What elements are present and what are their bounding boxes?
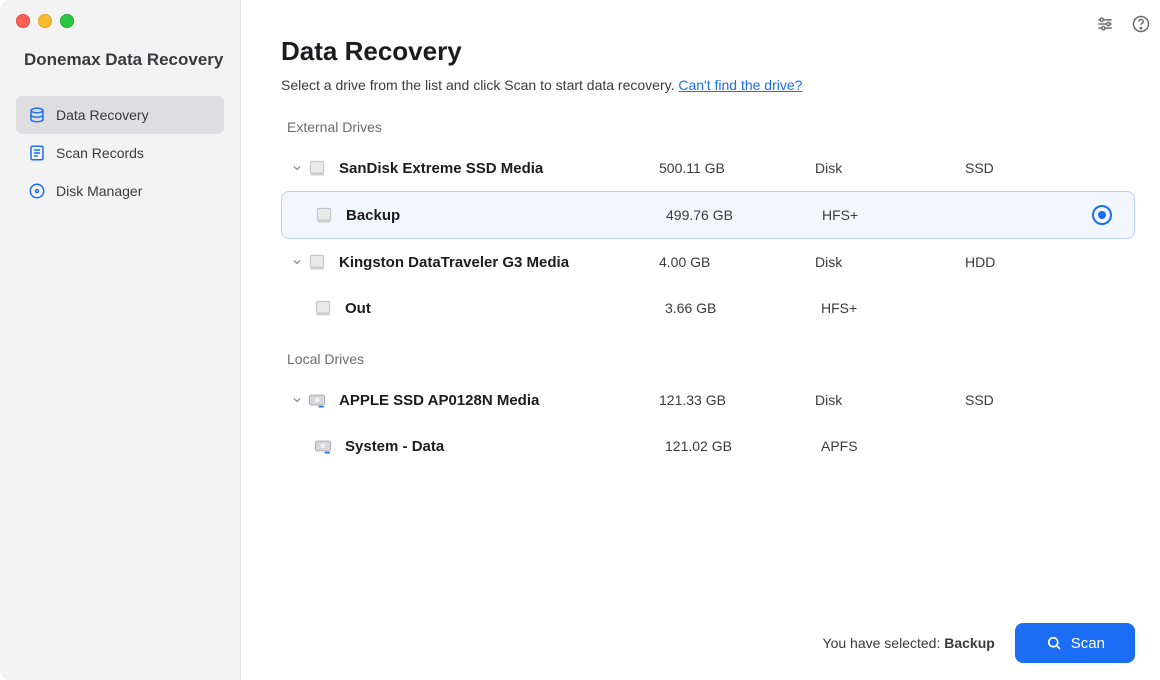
nav-data-recovery[interactable]: Data Recovery	[16, 96, 224, 134]
nav-disk-manager[interactable]: Disk Manager	[16, 172, 224, 210]
search-icon	[1045, 634, 1063, 652]
volume-fs: HFS+	[821, 300, 971, 316]
sidebar: Donemax Data Recovery Data Recovery Scan…	[0, 0, 241, 680]
drive-size: 4.00 GB	[659, 254, 815, 270]
drive-row[interactable]: Kingston DataTraveler G3 Media 4.00 GB D…	[281, 239, 1135, 285]
drive-name: APPLE SSD AP0128N Media	[339, 392, 659, 409]
scan-records-icon	[28, 144, 46, 162]
app-window: Donemax Data Recovery Data Recovery Scan…	[0, 0, 1160, 680]
maximize-window-button[interactable]	[60, 14, 74, 28]
scan-button-label: Scan	[1071, 635, 1105, 652]
drive-type: Disk	[815, 392, 965, 408]
chevron-down-icon[interactable]	[287, 256, 307, 268]
disk-manager-icon	[28, 182, 46, 200]
external-drive-icon	[307, 252, 327, 272]
volume-size: 121.02 GB	[665, 438, 821, 454]
internal-drive-icon	[307, 390, 327, 410]
chevron-down-icon[interactable]	[287, 394, 307, 406]
drive-row[interactable]: APPLE SSD AP0128N Media 121.33 GB Disk S…	[281, 377, 1135, 423]
page-subtitle: Select a drive from the list and click S…	[281, 77, 1135, 93]
nav-label: Disk Manager	[56, 183, 142, 199]
help-icon[interactable]	[1131, 14, 1151, 34]
volume-row[interactable]: Out 3.66 GB HFS+	[281, 285, 1135, 331]
close-window-button[interactable]	[16, 14, 30, 28]
window-controls	[0, 0, 240, 28]
section-heading-local: Local Drives	[287, 351, 1135, 367]
app-title: Donemax Data Recovery	[0, 28, 240, 96]
volume-name: Out	[345, 300, 665, 317]
footer: You have selected: Backup Scan	[241, 606, 1160, 680]
volume-fs: APFS	[821, 438, 971, 454]
volume-icon	[313, 298, 333, 318]
selected-radio-icon[interactable]	[1092, 205, 1112, 225]
cant-find-drive-link[interactable]: Can't find the drive?	[678, 77, 802, 93]
selected-name: Backup	[944, 635, 995, 651]
chevron-down-icon[interactable]	[287, 162, 307, 174]
nav-scan-records[interactable]: Scan Records	[16, 134, 224, 172]
drive-type: Disk	[815, 160, 965, 176]
volume-row-selected[interactable]: Backup 499.76 GB HFS+	[281, 191, 1135, 239]
volume-size: 3.66 GB	[665, 300, 821, 316]
drive-type: Disk	[815, 254, 965, 270]
drive-subtype: HDD	[965, 254, 1085, 270]
main-panel: Data Recovery Select a drive from the li…	[241, 0, 1160, 680]
drive-size: 121.33 GB	[659, 392, 815, 408]
volume-name: Backup	[346, 207, 666, 224]
sidebar-nav: Data Recovery Scan Records Disk Manager	[0, 96, 240, 210]
page-title: Data Recovery	[281, 36, 1135, 67]
nav-label: Scan Records	[56, 145, 144, 161]
drive-size: 500.11 GB	[659, 160, 815, 176]
volume-fs: HFS+	[822, 207, 972, 223]
settings-icon[interactable]	[1095, 14, 1115, 34]
external-drive-icon	[307, 158, 327, 178]
content: Data Recovery Select a drive from the li…	[241, 0, 1160, 606]
selected-summary: You have selected: Backup	[823, 635, 995, 651]
scan-button[interactable]: Scan	[1015, 623, 1135, 663]
nav-label: Data Recovery	[56, 107, 149, 123]
selected-prefix: You have selected:	[823, 635, 945, 651]
top-right-toolbar	[1095, 14, 1151, 34]
data-recovery-icon	[28, 106, 46, 124]
drive-name: SanDisk Extreme SSD Media	[339, 160, 659, 177]
volume-row[interactable]: System - Data 121.02 GB APFS	[281, 423, 1135, 469]
volume-name: System - Data	[345, 438, 665, 455]
volume-icon	[314, 205, 334, 225]
drive-name: Kingston DataTraveler G3 Media	[339, 254, 659, 271]
drive-subtype: SSD	[965, 392, 1085, 408]
drive-row[interactable]: SanDisk Extreme SSD Media 500.11 GB Disk…	[281, 145, 1135, 191]
drive-subtype: SSD	[965, 160, 1085, 176]
minimize-window-button[interactable]	[38, 14, 52, 28]
volume-size: 499.76 GB	[666, 207, 822, 223]
section-heading-external: External Drives	[287, 119, 1135, 135]
internal-volume-icon	[313, 436, 333, 456]
subtitle-text: Select a drive from the list and click S…	[281, 77, 678, 93]
